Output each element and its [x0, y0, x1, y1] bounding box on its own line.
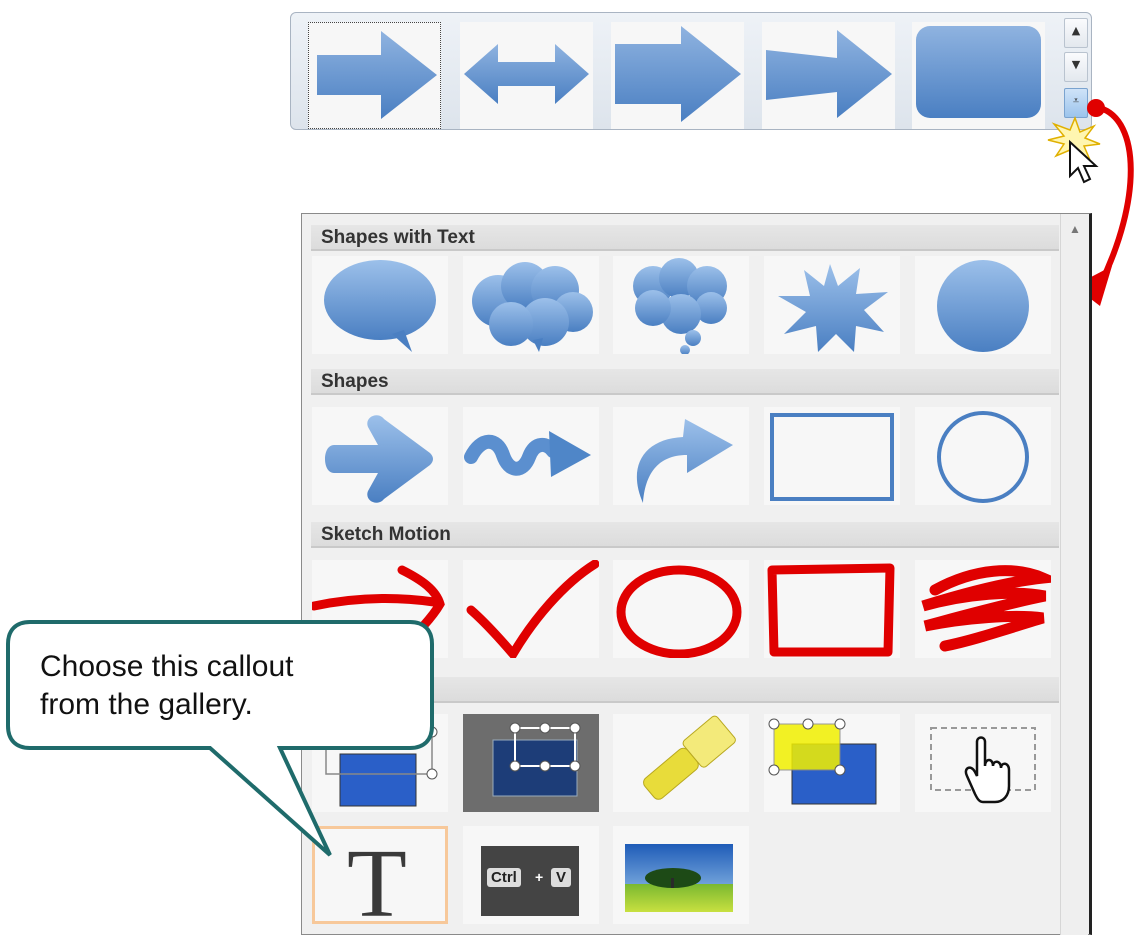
sketch-rectangle-icon [767, 563, 895, 657]
gallery-item-sketch-scribble[interactable] [915, 560, 1051, 658]
gallery-scroll-up-button[interactable]: ▲ [1064, 18, 1088, 48]
gallery-item-highlighter[interactable] [613, 714, 749, 812]
gallery-item-double-arrow[interactable] [460, 22, 593, 129]
callout-text: Choose this callout from the gallery. [40, 648, 410, 724]
section-header-shapes: Shapes [311, 369, 1059, 395]
gallery-item-curved-arrow[interactable] [613, 407, 749, 505]
panel-scrollbar[interactable]: ▲ [1060, 214, 1088, 935]
gallery-item-tapered-arrow[interactable] [762, 22, 895, 129]
gallery-item-spotlight[interactable] [463, 714, 599, 812]
sketch-circle-icon [616, 565, 742, 658]
hand-pointer-icon [930, 727, 1036, 804]
chevron-up-icon[interactable]: ▲ [1069, 222, 1081, 236]
gallery-item-sketch-checkmark[interactable] [463, 560, 599, 658]
rectangle-outline-icon [770, 413, 894, 501]
spotlight-icon [492, 722, 581, 797]
gallery-item-starburst[interactable] [764, 256, 900, 354]
circle-outline-icon [937, 411, 1029, 503]
tapered-arrow-icon [766, 30, 892, 118]
gallery-item-thought-bubble[interactable] [613, 256, 749, 354]
speech-bubble-icon [324, 260, 436, 352]
curved-arrow-icon [636, 419, 733, 503]
gallery-item-rounded-rectangle[interactable] [912, 22, 1045, 129]
gallery-item-rectangle[interactable] [764, 407, 900, 505]
gallery-item-ellipse[interactable] [915, 407, 1051, 505]
chevron-arrow-icon [615, 26, 741, 122]
plus-label: + [535, 869, 544, 885]
landscape-image-icon [625, 844, 733, 912]
gallery-item-speech-bubble[interactable] [312, 256, 448, 354]
gallery-item-arrow[interactable] [312, 407, 448, 505]
sketch-checkmark-icon [466, 560, 599, 658]
gallery-item-keystroke[interactable]: Ctrl + V [463, 826, 599, 924]
ctrl-key-label: Ctrl [487, 868, 521, 887]
thought-bubble-icon [633, 258, 727, 354]
gallery-item-image[interactable] [613, 826, 749, 924]
chevron-down-icon: ▼ [1071, 58, 1081, 71]
section-header-sketch-motion: Sketch Motion [311, 522, 1059, 548]
filled-circle-icon [937, 260, 1029, 352]
gallery-item-circle[interactable] [915, 256, 1051, 354]
gallery-item-squiggle-arrow[interactable] [463, 407, 599, 505]
highlighter-icon [643, 715, 736, 800]
gallery-item-hotspot[interactable] [915, 714, 1051, 812]
v-key-label: V [551, 868, 572, 887]
sketch-scribble-icon [921, 565, 1051, 652]
double-arrow-icon [464, 44, 589, 104]
gallery-item-sketch-rectangle[interactable] [764, 560, 900, 658]
squiggle-arrow-icon [464, 431, 591, 477]
arrow-shape-icon [325, 415, 433, 503]
callout-line-1: Choose this callout [40, 650, 294, 683]
highlight-region-icon [768, 718, 877, 805]
rounded-rectangle-icon [916, 26, 1041, 118]
gallery-item-cloud[interactable] [463, 256, 599, 354]
explosion-burst-icon [778, 264, 888, 352]
callout-line-2: from the gallery. [40, 688, 253, 721]
gallery-item-sketch-circle[interactable] [613, 560, 749, 658]
gallery-item-highlight-region[interactable] [764, 714, 900, 812]
gallery-item-right-arrow[interactable] [308, 22, 441, 129]
cloud-callout-icon [472, 262, 593, 352]
gallery-scroll-down-button[interactable]: ▼ [1064, 52, 1088, 82]
gallery-item-chevron-arrow[interactable] [611, 22, 744, 129]
right-arrow-icon [317, 31, 437, 119]
section-header-shapes-with-text: Shapes with Text [311, 225, 1059, 251]
chevron-up-icon: ▲ [1071, 24, 1081, 37]
